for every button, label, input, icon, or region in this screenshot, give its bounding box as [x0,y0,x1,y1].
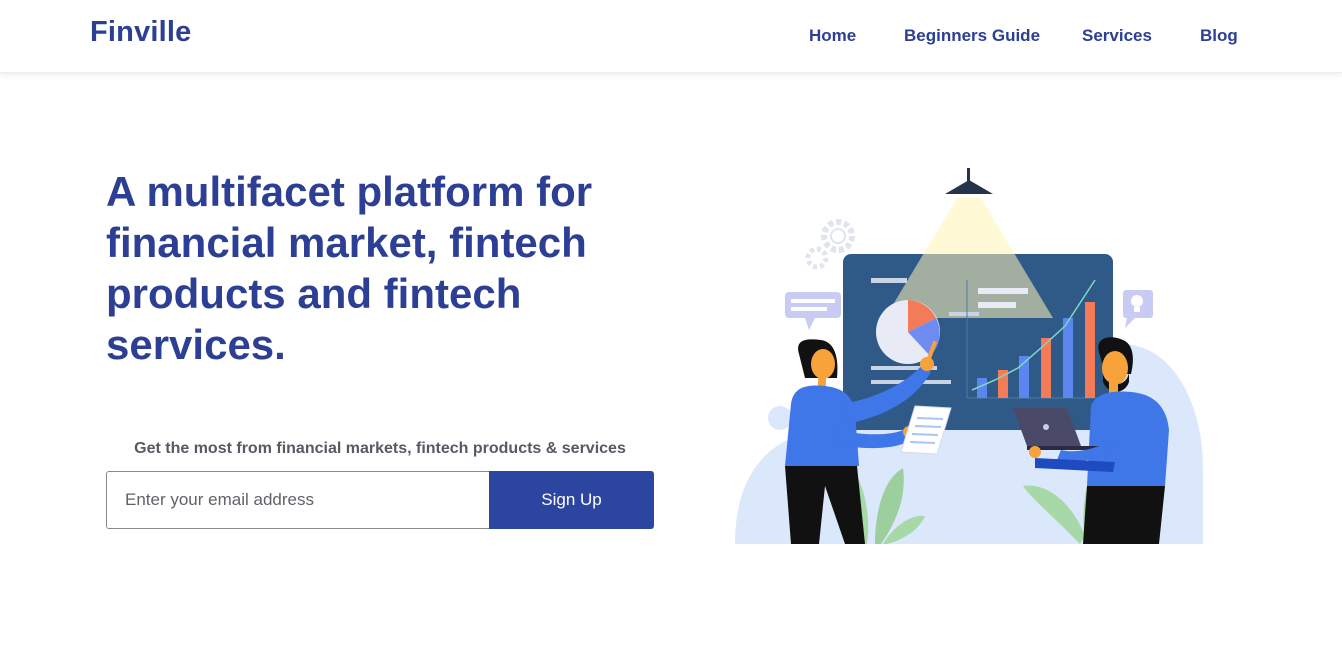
hero-illustration [735,168,1205,546]
board-text-line [978,302,1016,308]
nav-services[interactable]: Services [1082,26,1152,46]
lightbulb-icon [1123,290,1153,328]
decor-circle [768,406,792,430]
brand-logo[interactable]: Finville [90,16,192,49]
board-text-line [949,312,979,316]
speech-bubble-icon [785,292,841,330]
hero-title: A multifacet platform for financial mark… [106,168,593,368]
hero-subtitle: Get the most from financial markets, fin… [134,440,626,457]
signup-button[interactable]: Sign Up [489,471,654,529]
nav-home[interactable]: Home [809,26,856,46]
signup-form: Sign Up [106,471,654,529]
top-navbar: Finville Home Beginners Guide Services B… [0,0,1342,73]
nav-beginners-guide[interactable]: Beginners Guide [904,26,1040,46]
email-input[interactable] [106,471,490,529]
board-text-line [978,288,1028,294]
nav-blog[interactable]: Blog [1200,26,1238,46]
ceiling-lamp-icon [885,168,1053,318]
